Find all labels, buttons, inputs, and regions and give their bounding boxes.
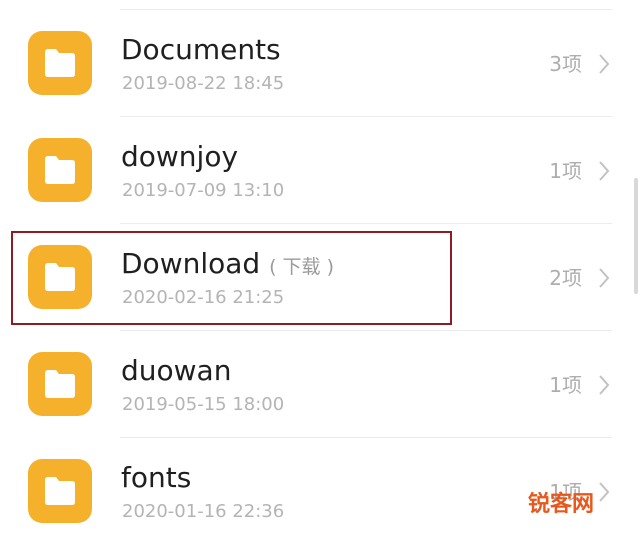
file-date: 2020-02-16 21:25 xyxy=(122,287,285,308)
file-list: Documents 2019-08-22 18:45 3项 downjoy 20… xyxy=(0,0,640,535)
folder-alias: ( 下载 ) xyxy=(269,256,334,278)
item-count: 1项 xyxy=(549,159,582,183)
file-row-documents[interactable]: Documents 2019-08-22 18:45 3项 xyxy=(0,0,640,107)
folder-icon xyxy=(28,245,92,309)
scrollbar[interactable] xyxy=(634,178,638,294)
file-name: fonts xyxy=(121,461,192,494)
chevron-right-icon xyxy=(599,161,610,181)
file-name: duowan xyxy=(121,354,232,387)
watermark-logo: 锐客网 xyxy=(527,492,594,517)
file-name: Download ( 下载 ) xyxy=(121,247,334,280)
folder-icon xyxy=(28,138,92,202)
item-count: 1项 xyxy=(549,373,582,397)
folder-icon xyxy=(28,459,92,523)
chevron-right-icon xyxy=(599,54,610,74)
file-date: 2019-07-09 13:10 xyxy=(122,180,285,201)
item-count: 2项 xyxy=(549,266,582,290)
folder-icon xyxy=(28,352,92,416)
file-row-downjoy[interactable]: downjoy 2019-07-09 13:10 1项 xyxy=(0,107,640,214)
item-count: 3项 xyxy=(549,52,582,76)
chevron-right-icon xyxy=(599,268,610,288)
file-date: 2020-01-16 22:36 xyxy=(122,501,285,522)
file-name: downjoy xyxy=(121,140,239,173)
file-date: 2019-08-22 18:45 xyxy=(122,73,285,94)
file-row-download[interactable]: Download ( 下载 ) 2020-02-16 21:25 2项 xyxy=(0,214,640,321)
file-row-duowan[interactable]: duowan 2019-05-15 18:00 1项 xyxy=(0,321,640,428)
chevron-right-icon xyxy=(599,375,610,395)
file-name: Documents xyxy=(121,33,281,66)
file-row-fonts[interactable]: fonts 2020-01-16 22:36 1项 xyxy=(0,428,640,535)
folder-icon xyxy=(28,31,92,95)
file-date: 2019-05-15 18:00 xyxy=(122,394,285,415)
chevron-right-icon xyxy=(599,482,610,502)
